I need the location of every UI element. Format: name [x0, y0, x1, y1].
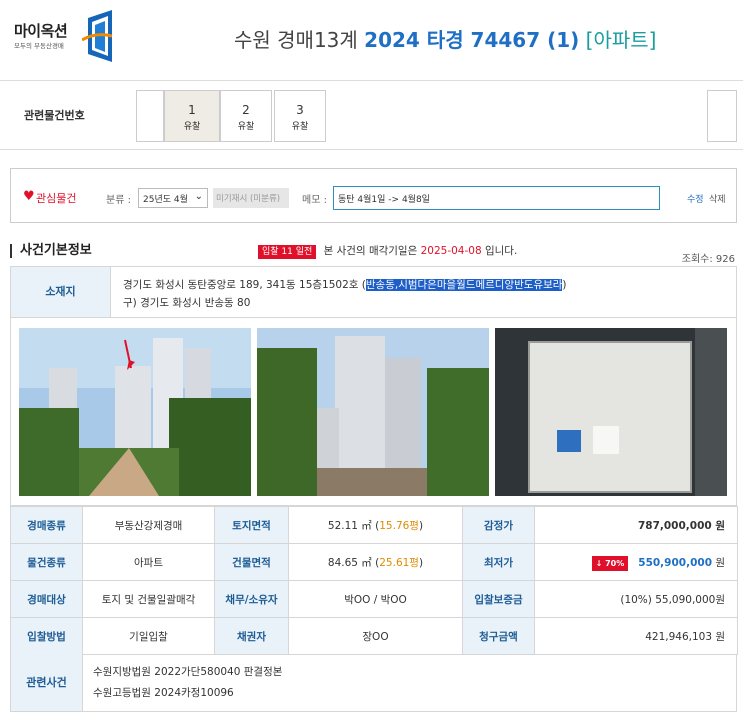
min-price-label: 최저가: [462, 543, 535, 581]
related-item-1[interactable]: 1 유찰: [164, 90, 220, 142]
property-type-label: 물건종류: [10, 543, 83, 581]
related-item-2[interactable]: 2 유찰: [220, 90, 272, 142]
claim-amount: 421,946,103 원: [534, 617, 738, 655]
related-case-row: 관련사건 수원지방법원 2022가단580040 판결정본 수원고등법원 202…: [10, 654, 737, 712]
section-title: 사건기본정보: [10, 244, 92, 258]
table-row: 경매대상 토지 및 건물일괄매각 채무/소유자 박OO / 박OO 입찰보증금 …: [10, 580, 738, 618]
location-row: 소재지 경기도 화성시 동탄중앙로 189, 341동 15층1502호 (반송…: [10, 266, 737, 318]
land-area-label: 토지면적: [214, 506, 289, 544]
interest-bar: ♥ 관심물건 분류 : 25년도 4월 ⌄ 미기재시 (미분류) 메모 : 수정…: [10, 168, 737, 223]
table-row: 입찰방법 기일입찰 채권자 장OO 청구금액 421,946,103 원: [10, 617, 738, 655]
appraisal-label: 감정가: [462, 506, 535, 544]
bid-method-label: 입찰방법: [10, 617, 83, 655]
heart-icon[interactable]: ♥: [23, 189, 35, 204]
unclassified-hint: 미기재시 (미분류): [213, 188, 289, 208]
auction-target: 토지 및 건물일괄매각: [82, 580, 215, 618]
related-next-button[interactable]: [707, 90, 737, 142]
auction-target-label: 경매대상: [10, 580, 83, 618]
photo-gallery: [10, 318, 737, 506]
land-area: 52.11 ㎡ (15.76평): [288, 506, 463, 544]
related-case-2[interactable]: 수원고등법원 2024카정10096: [93, 685, 234, 700]
address-highlight: 반송동,시범다은마을월드메르디앙반도유보라: [365, 279, 563, 291]
debtor-label: 채무/소유자: [214, 580, 289, 618]
related-property-bar: 관련물건번호 1 유찰 2 유찰 3 유찰: [0, 80, 743, 150]
edit-button[interactable]: 수정: [687, 192, 704, 205]
sale-date: 2025-04-08: [420, 245, 482, 257]
delete-button[interactable]: 삭제: [709, 192, 726, 205]
category-select[interactable]: 25년도 4월 ⌄: [138, 188, 208, 208]
photo-building-1[interactable]: [19, 328, 251, 496]
court-name: 수원 경매13계: [234, 28, 358, 52]
days-left-badge: 입찰 11 일전: [258, 245, 317, 259]
memo-label: 메모 :: [302, 195, 327, 206]
building-area-label: 건물면적: [214, 543, 289, 581]
chevron-down-icon: ⌄: [194, 191, 203, 202]
related-label: 관련물건번호: [24, 109, 85, 122]
address-old: 구) 경기도 화성시 반송동 80: [123, 297, 251, 309]
property-kind: [아파트]: [585, 28, 657, 52]
logo-mark-icon: [82, 10, 113, 62]
auction-type: 부동산강제경매: [82, 506, 215, 544]
sale-date-notice: 입찰 11 일전 본 사건의 매각기일은 2025-04-08 입니다.: [258, 243, 517, 259]
case-number: 2024 타경 74467 (1): [364, 28, 580, 52]
category-label: 분류 :: [106, 195, 131, 206]
details-table: 경매종류 부동산강제경매 토지면적 52.11 ㎡ (15.76평) 감정가 7…: [10, 506, 738, 655]
building-area: 84.65 ㎡ (25.61평): [288, 543, 463, 581]
photo-door[interactable]: [495, 328, 727, 496]
deposit: (10%) 55,090,000원: [534, 580, 738, 618]
deposit-label: 입찰보증금: [462, 580, 535, 618]
logo[interactable]: 마이옥션 모두의 부동산경매: [12, 10, 116, 64]
creditor-label: 채권자: [214, 617, 289, 655]
page-title: 수원 경매13계 2024 타경 74467 (1) [아파트]: [234, 24, 656, 53]
debtor: 박OO / 박OO: [288, 580, 463, 618]
claim-label: 청구금액: [462, 617, 535, 655]
related-item-3[interactable]: 3 유찰: [274, 90, 326, 142]
table-row: 물건종류 아파트 건물면적 84.65 ㎡ (25.61평) 최저가 ↓ 70%…: [10, 543, 738, 581]
related-case-label: 관련사건: [11, 654, 83, 711]
view-count: 조회수: 926: [681, 254, 735, 265]
creditor: 장OO: [288, 617, 463, 655]
property-type: 아파트: [82, 543, 215, 581]
related-prev-button[interactable]: [136, 90, 164, 142]
photo-building-2[interactable]: [257, 328, 489, 496]
auction-type-label: 경매종류: [10, 506, 83, 544]
interest-label[interactable]: 관심물건: [36, 190, 76, 206]
memo-input[interactable]: [333, 186, 660, 210]
location-label: 소재지: [11, 267, 111, 317]
min-price: ↓ 70% 550,900,000 원: [534, 543, 738, 581]
table-row: 경매종류 부동산강제경매 토지면적 52.11 ㎡ (15.76평) 감정가 7…: [10, 506, 738, 544]
bid-method: 기일입찰: [82, 617, 215, 655]
address-main: 경기도 화성시 동탄중앙로 189, 341동 15층1502호 (반송동,시범…: [123, 279, 567, 291]
appraisal-value: 787,000,000 원: [534, 506, 738, 544]
logo-name: 마이옥션: [14, 22, 68, 40]
discount-badge: ↓ 70%: [591, 555, 629, 571]
related-case-1[interactable]: 수원지방법원 2022가단580040 판결정본: [93, 664, 282, 679]
logo-tagline: 모두의 부동산경매: [14, 42, 64, 50]
